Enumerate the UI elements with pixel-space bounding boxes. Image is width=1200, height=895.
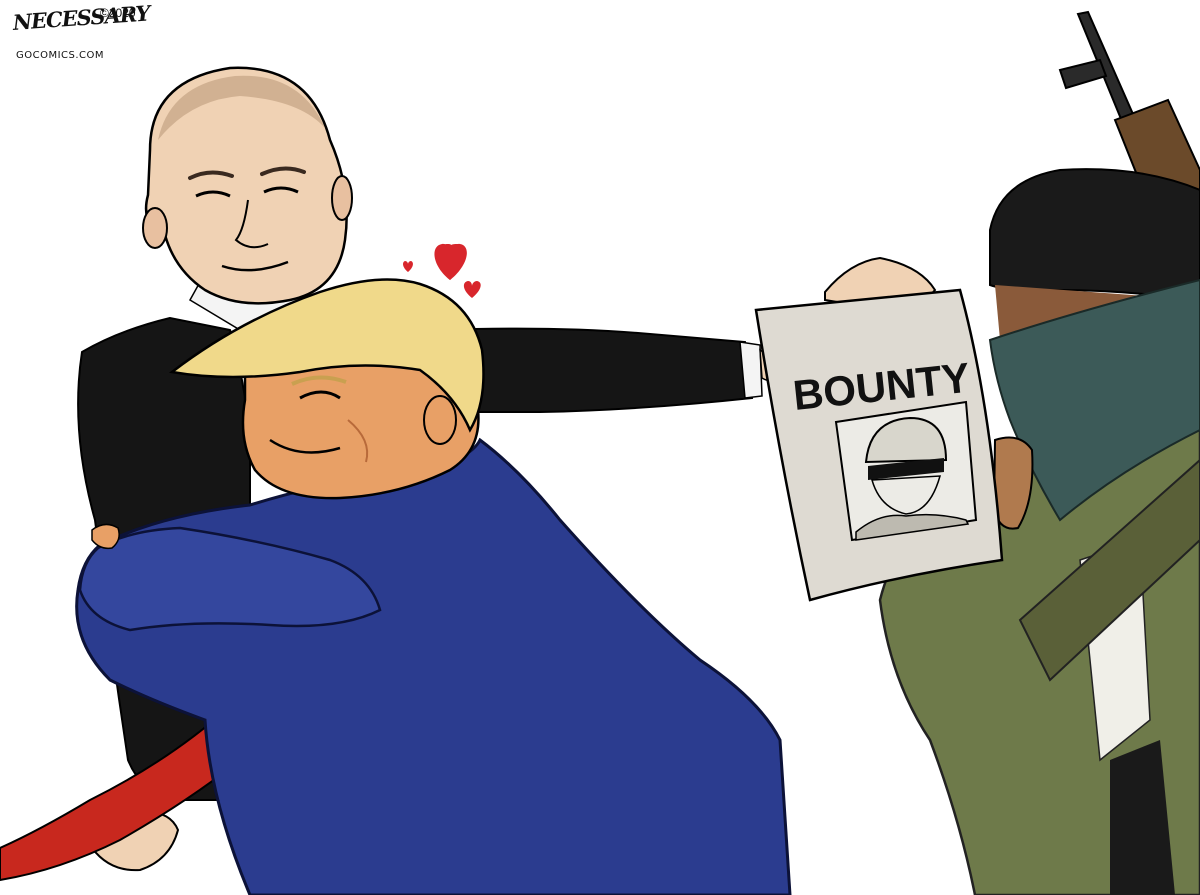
cartoon-panel: NECESSARY ©2020 GOCOMICS.COM BOUNTY [0,0,1200,895]
heart-tiny-left [403,261,413,272]
trump-ear [423,395,457,445]
black-headwrap [989,168,1200,302]
heart-small-right [463,281,481,298]
bounty-poster: BOUNTY [754,288,1004,602]
trump-hand [91,523,120,550]
rifle-front-sight [1058,58,1108,90]
putin-right-ear [331,175,353,221]
cartoon-illustration: BOUNTY [0,10,1200,895]
putin-left-ear [142,207,168,249]
black-suit-arm [438,327,754,413]
